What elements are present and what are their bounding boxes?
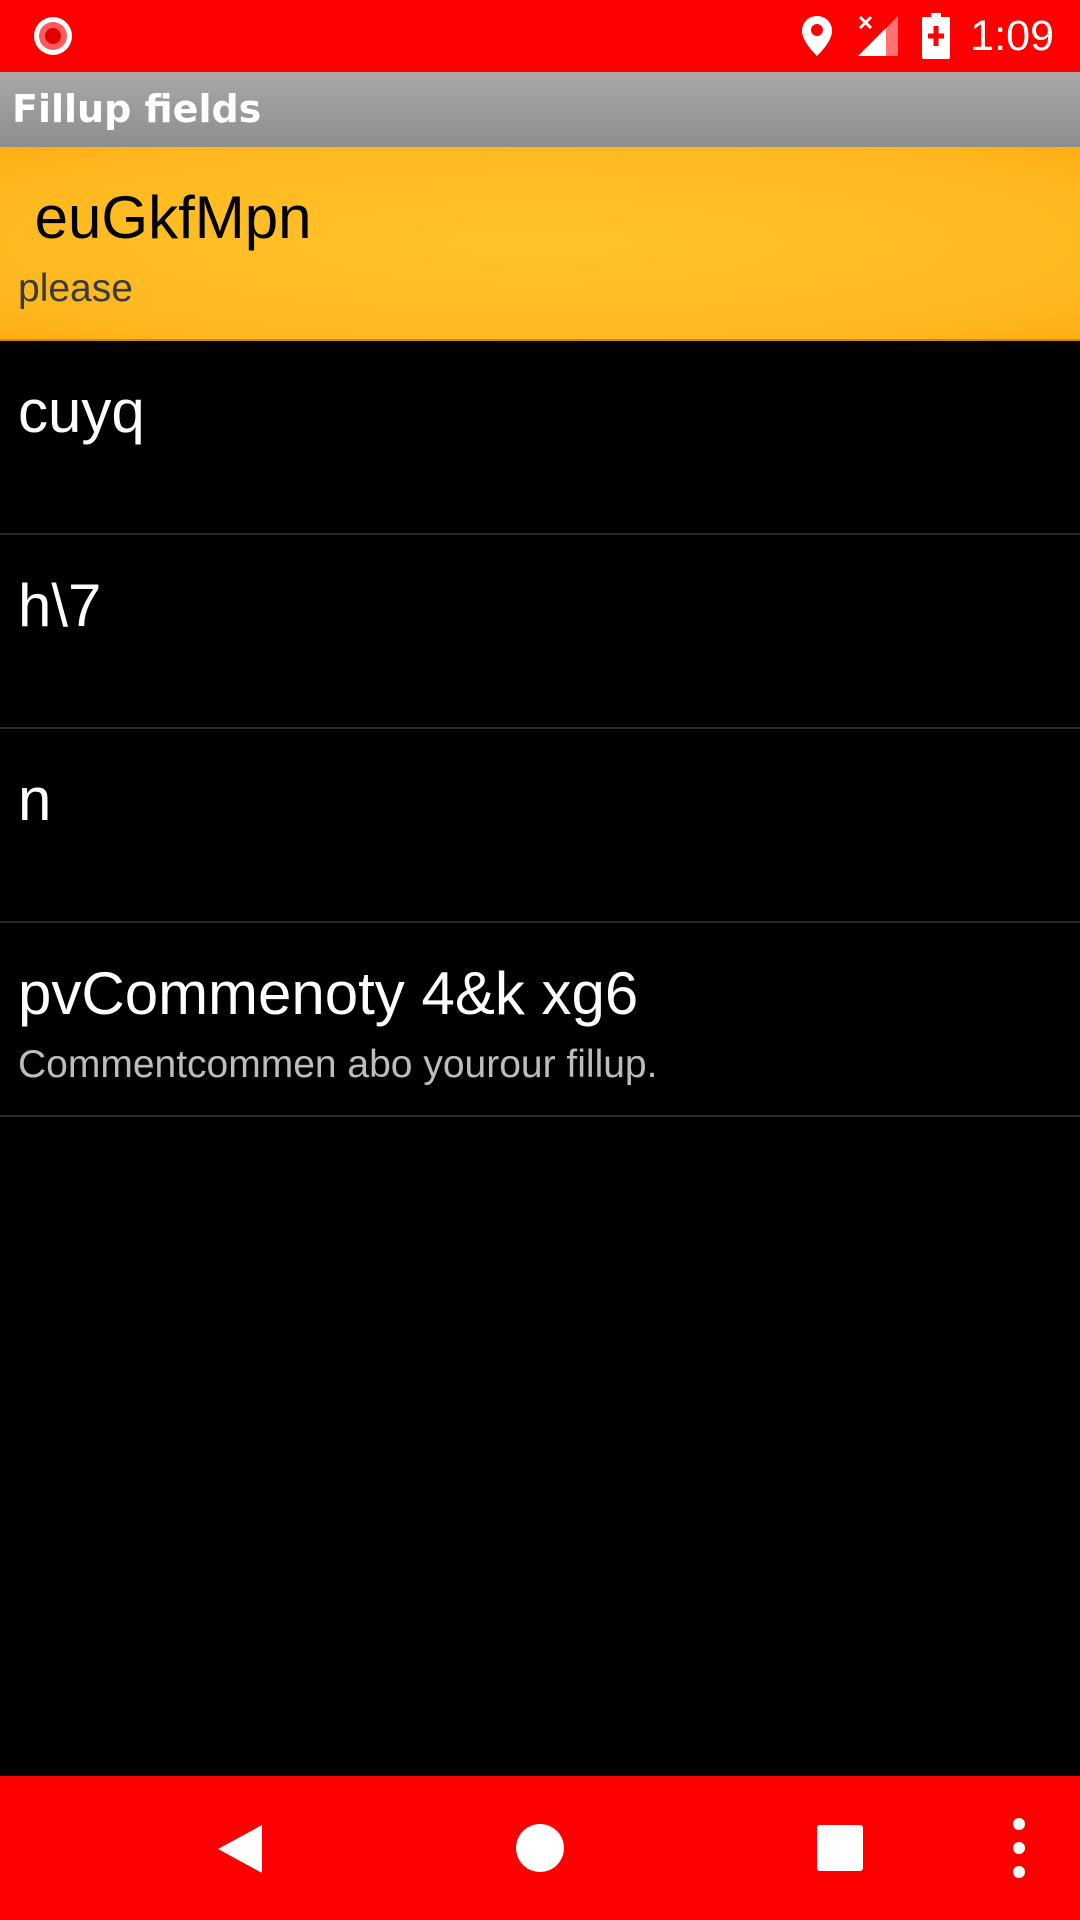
list-item[interactable]: h\7 bbox=[0, 535, 1080, 729]
list-item-title: cuyq bbox=[18, 378, 145, 445]
home-icon[interactable] bbox=[515, 1822, 565, 1874]
list-item[interactable]: cuyq bbox=[0, 341, 1080, 535]
recents-icon[interactable] bbox=[817, 1825, 863, 1871]
status-bar: 1:09 bbox=[0, 0, 1080, 72]
back-icon[interactable] bbox=[216, 1823, 264, 1875]
list-item[interactable]: pvCommenoty 4&k xg6 Commentcommen abo yo… bbox=[0, 923, 1080, 1117]
record-icon bbox=[34, 17, 72, 55]
list-item-subtitle: please bbox=[18, 267, 133, 310]
list-item[interactable]: euGkfMpn please bbox=[0, 147, 1080, 341]
battery-charging-icon bbox=[922, 13, 951, 59]
list-item-title: n bbox=[18, 766, 52, 833]
status-time: 1:09 bbox=[970, 12, 1054, 60]
list-item[interactable]: n bbox=[0, 729, 1080, 923]
overflow-menu-icon[interactable] bbox=[1008, 1816, 1030, 1880]
list-item-title: h\7 bbox=[18, 572, 102, 639]
page-title: Fillup fields bbox=[0, 72, 1080, 147]
signal-no-data-icon bbox=[858, 15, 899, 56]
navigation-bar bbox=[0, 1776, 1080, 1920]
location-icon bbox=[802, 16, 833, 56]
fillup-fields-list: euGkfMpn please cuyq h\7 n pvCommenoty 4… bbox=[0, 147, 1080, 1117]
status-icons: 1:09 bbox=[800, 0, 1054, 72]
list-item-title: euGkfMpn bbox=[18, 184, 312, 251]
list-item-subtitle: Commentcommen abo yourour fillup. bbox=[18, 1043, 658, 1086]
list-item-title: pvCommenoty 4&k xg6 bbox=[18, 960, 639, 1027]
